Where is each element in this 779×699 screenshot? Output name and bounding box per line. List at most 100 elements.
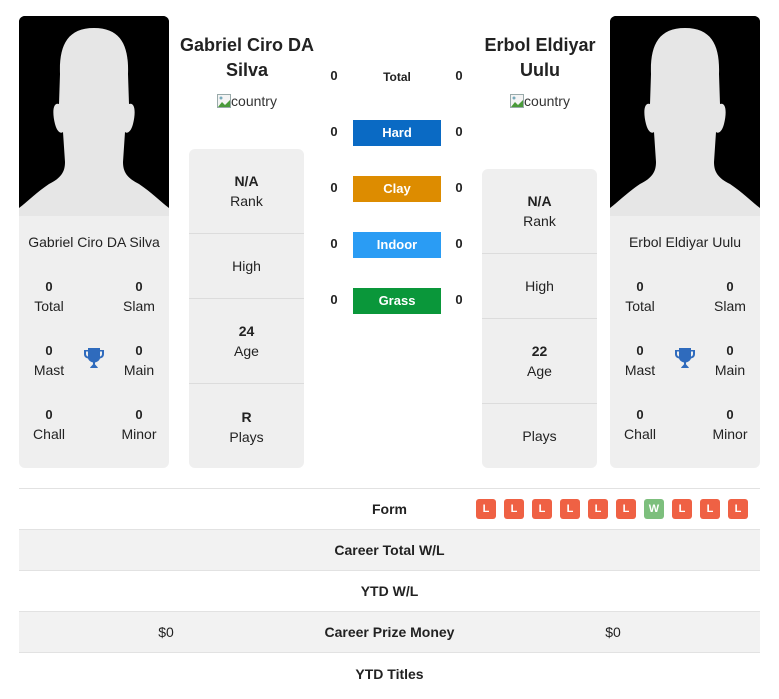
titles-label: Mast [33,362,65,378]
titles-label: Chall [624,426,656,442]
form-loss-badge[interactable]: L [560,499,580,519]
plays-value: R [241,408,252,425]
player1-titles-mast: 0 Mast [19,342,79,406]
titles-value: 0 [636,407,644,422]
high-label: High [525,278,554,294]
h2h-indoor-row: 0 Indoor 0 [320,232,470,258]
form-row: Form LLLLLLWLLL [19,489,760,530]
h2h-p1-value: 0 [330,236,338,251]
plays-label: Plays [522,428,557,444]
titles-label: Chall [33,426,65,442]
h2h-grass-row: 0 Grass 0 [320,288,470,314]
broken-image-icon [510,94,525,108]
surface-total-label: Total [383,70,411,84]
form-badges: LLLLLLWLLL [466,499,760,519]
form-loss-badge[interactable]: L [532,499,552,519]
titles-value: 0 [135,343,143,358]
ytd-titles-row: YTD Titles [19,653,760,694]
player2-card-name: Erbol Eldiyar Uulu [628,234,742,250]
player1-flag: country [172,93,322,109]
form-loss-badge[interactable]: L [728,499,748,519]
rank-value: N/A [527,193,552,209]
player1-prize-money: $0 [158,624,174,640]
form-loss-badge[interactable]: L [504,499,524,519]
player2-titles-slam: 0 Slam [700,278,760,342]
titles-label: Mast [624,362,656,378]
broken-image-icon [217,94,232,108]
h2h-p1-value: 0 [330,292,338,307]
player2-form: LLLLLLWLLL [466,499,760,519]
player1-titles-minor: 0 Minor [109,406,169,468]
silhouette-icon [610,16,760,216]
form-loss-badge[interactable]: L [700,499,720,519]
player2-titles-minor: 0 Minor [700,406,760,468]
player1-photo [19,16,169,216]
form-label: Form [372,501,407,517]
titles-value: 0 [135,279,143,294]
player1-titles-main: 0 Main [109,342,169,406]
surface-hard-badge: Hard [353,120,441,146]
player1-card-name: Gabriel Ciro DA Silva [28,234,160,250]
player1-age: 24 Age [189,299,304,384]
form-loss-badge[interactable]: L [476,499,496,519]
player1-titles-chall: 0 Chall [19,406,79,468]
rank-value: N/A [234,173,259,189]
form-loss-badge[interactable]: L [588,499,608,519]
flag-alt-text: country [524,93,570,109]
plays-label: Plays [229,428,264,445]
player2-titles-main: 0 Main [700,342,760,406]
titles-label: Total [625,298,655,314]
h2h-p2-value: 0 [455,236,463,251]
h2h-p2-value: 0 [455,292,463,307]
player1-high: High [189,234,304,299]
player1-name-link[interactable]: Gabriel Ciro DA Silva [172,33,322,83]
player1-titles: 0 Total 0 Slam 0 Mast 0 Main 0 Chall 0 M… [19,278,169,468]
h2h-p1-value: 0 [330,68,338,83]
h2h-p2-value: 0 [455,180,463,195]
surface-grass-badge: Grass [353,288,441,314]
titles-label: Slam [714,298,746,314]
titles-label: Total [34,298,64,314]
trophy-icon [84,348,104,368]
player2-titles: 0 Total 0 Slam 0 Mast 0 Main 0 Chall 0 M… [610,278,760,468]
player1-plays: R Plays [189,384,304,468]
surface-indoor-badge: Indoor [353,232,441,258]
player1-card: Gabriel Ciro DA Silva 0 Total 0 Slam 0 M… [19,16,169,468]
titles-label: Minor [712,426,748,442]
prize-money-label: Career Prize Money [324,624,455,640]
form-loss-badge[interactable]: L [672,499,692,519]
flag-alt-text: country [231,93,277,109]
titles-value: 0 [45,279,53,294]
titles-label: Minor [121,426,157,442]
age-label: Age [234,343,259,359]
titles-value: 0 [726,343,734,358]
titles-value: 0 [726,407,734,422]
prize-money-row: $0 Career Prize Money $0 [19,612,760,653]
h2h-total-row: 0 Total 0 [320,64,470,90]
player2-stats: N/A Rank High 22 Age Plays [482,169,597,468]
career-wl-row: Career Total W/L [19,530,760,571]
titles-value: 0 [726,279,734,294]
titles-value: 0 [636,279,644,294]
player2-high: High [482,254,597,319]
player2-titles-total: 0 Total [610,278,670,342]
h2h-p2-value: 0 [455,124,463,139]
age-label: Age [527,363,552,379]
player1-titles-slam: 0 Slam [109,278,169,342]
form-loss-badge[interactable]: L [616,499,636,519]
trophy-icon [675,348,695,368]
player2-rank: N/A Rank [482,169,597,254]
player2-name-link[interactable]: Erbol Eldiyar Uulu [465,33,615,83]
player2-titles-chall: 0 Chall [610,406,670,468]
surface-clay-badge: Clay [353,176,441,202]
player2-prize-money: $0 [605,624,621,640]
rank-label: Rank [230,193,263,209]
titles-value: 0 [636,343,644,358]
form-win-badge[interactable]: W [644,499,664,519]
player2-card: Erbol Eldiyar Uulu 0 Total 0 Slam 0 Mast… [610,16,760,468]
titles-value: 0 [45,343,53,358]
player2-plays: Plays [482,404,597,468]
titles-value: 0 [135,407,143,422]
titles-label: Main [123,362,155,378]
player1-titles-total: 0 Total [19,278,79,342]
